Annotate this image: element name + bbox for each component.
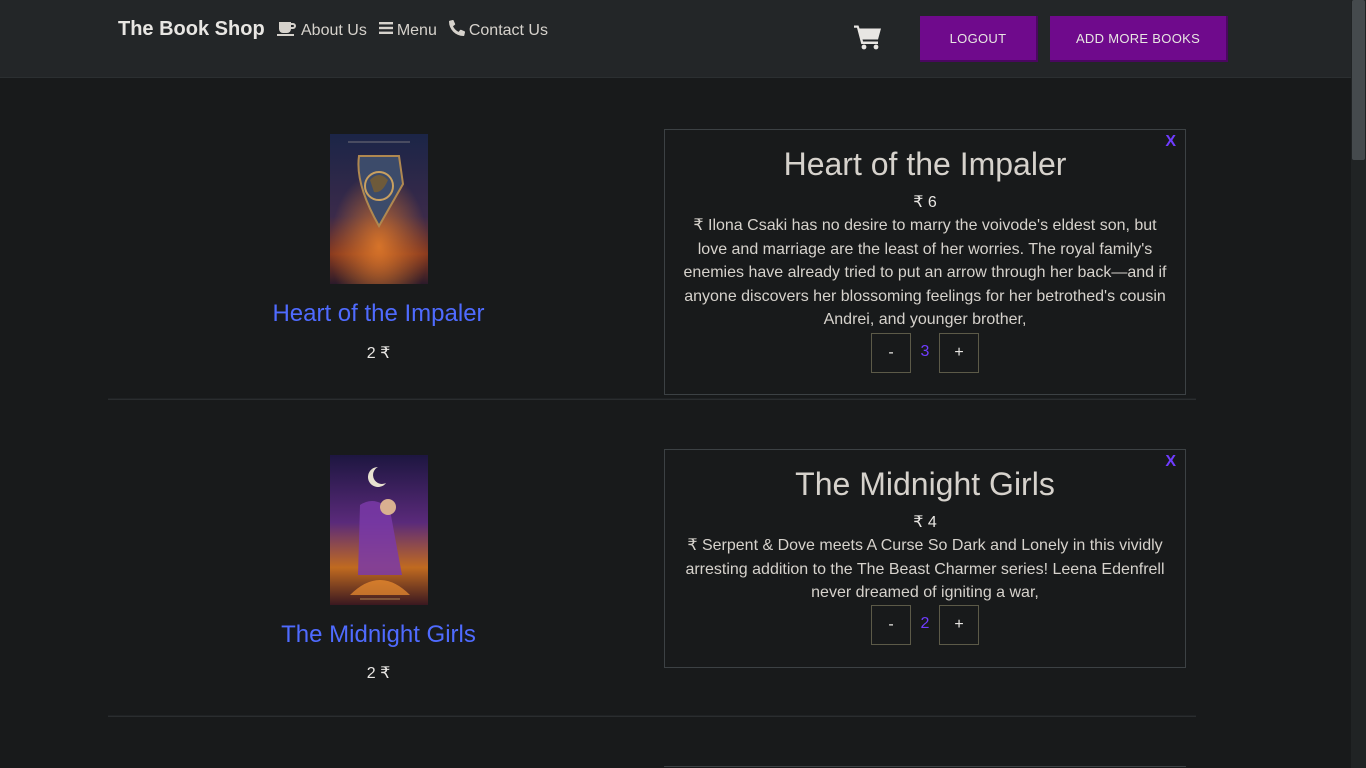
book-detail-card: X The Midnight Girls ₹ 4 ₹ Serpent & Dov… (664, 449, 1186, 668)
book-row: The Midnight Girls 2 ₹ X The Midnight Gi… (108, 402, 1196, 722)
brand-logo[interactable]: The Book Shop (118, 18, 265, 41)
navbar: The Book Shop About Us Menu Contact Us L… (0, 0, 1351, 78)
book-price: 2 ₹ (366, 665, 391, 682)
card-title: The Midnight Girls (795, 466, 1055, 502)
book-row: Heart of the Impaler 2 ₹ X Heart of the … (108, 78, 1196, 402)
card-price: ₹ 4 (913, 514, 937, 531)
row-divider (108, 398, 1196, 400)
decrease-quantity-button[interactable]: - (871, 333, 911, 373)
nav-contact-us[interactable]: Contact Us (448, 19, 548, 41)
book-detail-card: X Heart of the Impaler ₹ 6 ₹ Ilona Csaki… (664, 129, 1186, 395)
card-description: ₹ Serpent & Dove meets A Curse So Dark a… (685, 537, 1165, 601)
book-cover-image[interactable] (330, 455, 428, 605)
card-price: ₹ 6 (913, 194, 937, 211)
card-title: Heart of the Impaler (783, 146, 1067, 182)
increase-quantity-button[interactable]: + (939, 333, 979, 373)
book-cover-image[interactable] (330, 134, 428, 284)
book-title-link[interactable]: The Midnight Girls (108, 621, 649, 649)
bars-icon (378, 21, 393, 40)
quantity-stepper: - 3 + (871, 333, 979, 373)
cart-button[interactable] (854, 24, 882, 55)
nav-contact-us-label: Contact Us (468, 21, 548, 39)
nav-about-us[interactable]: About Us (277, 20, 367, 41)
quantity-stepper: - 2 + (871, 605, 979, 645)
increase-quantity-button[interactable]: + (939, 605, 979, 645)
nav-about-us-label: About Us (301, 21, 367, 39)
quantity-value: 3 (920, 343, 930, 360)
add-more-books-button[interactable]: ADD MORE BOOKS (1050, 16, 1228, 62)
card-description: ₹ Ilona Csaki has no desire to marry the… (683, 217, 1167, 328)
book-price: 2 ₹ (366, 345, 391, 362)
logout-button[interactable]: LOGOUT (920, 16, 1038, 62)
cart-icon (854, 25, 882, 54)
nav-menu-label: Menu (396, 21, 437, 39)
decrease-quantity-button[interactable]: - (871, 605, 911, 645)
row-divider (108, 715, 1196, 717)
nav-menu[interactable]: Menu (378, 20, 437, 41)
phone-icon (448, 19, 465, 41)
book-title-link[interactable]: Heart of the Impaler (108, 300, 649, 328)
quantity-value: 2 (920, 615, 930, 632)
scrollbar-thumb[interactable] (1352, 0, 1365, 160)
page-scrollbar[interactable] (1351, 0, 1366, 768)
coffee-icon (277, 20, 297, 41)
nav-links: About Us Menu Contact Us (277, 19, 548, 41)
